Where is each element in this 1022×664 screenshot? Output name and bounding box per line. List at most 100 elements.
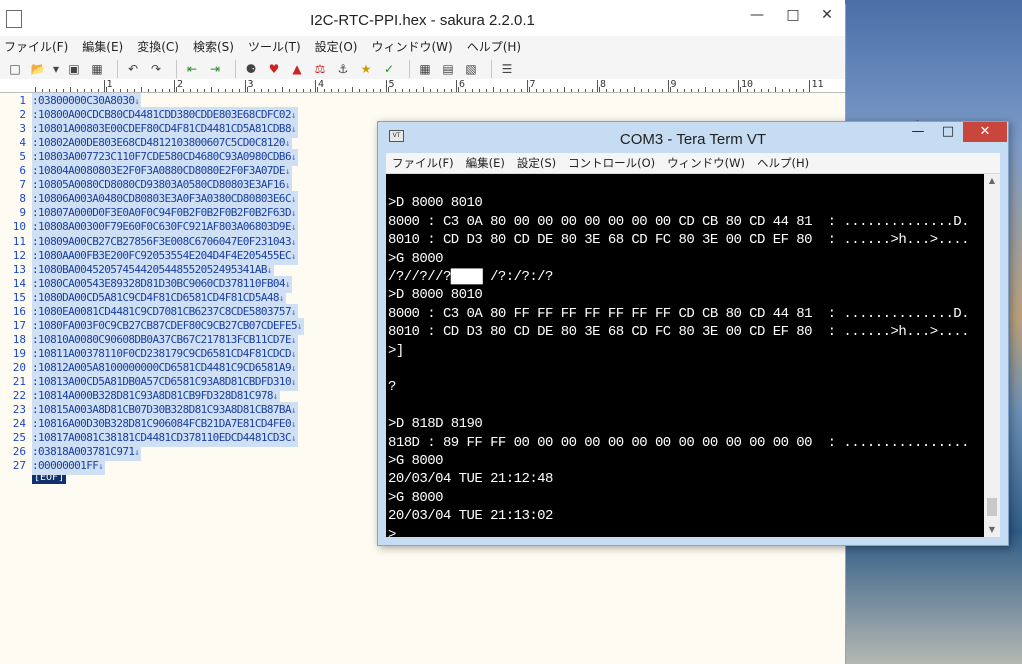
sakura-close-button[interactable]: ✕ — [810, 4, 844, 26]
menu-edit[interactable]: 編集(E) — [82, 38, 123, 55]
editor-line[interactable]: 2:10800A00CDCB80CD4481CDD380CDDE803E68CD… — [0, 107, 845, 125]
ruler-tick — [408, 89, 410, 92]
ruler-tick — [84, 89, 86, 92]
ruler-tick — [526, 80, 528, 92]
terminal-line: >G 8000 — [388, 453, 444, 469]
line-number: 25 — [12, 431, 26, 445]
menu-convert[interactable]: 変換(C) — [137, 38, 179, 55]
search-prev-icon[interactable]: ♥ — [265, 60, 283, 78]
menu-window[interactable]: ウィンドウ(W) — [371, 38, 452, 55]
ruler-tick — [570, 89, 572, 92]
menu-settings[interactable]: 設定(O) — [315, 38, 358, 55]
teraterm-minimize-button[interactable]: — — [903, 122, 933, 142]
ruler-tick — [775, 87, 777, 92]
save-all-icon[interactable]: ▦ — [88, 60, 106, 78]
line-number: 24 — [12, 417, 26, 431]
compare-icon[interactable]: ▤ — [439, 60, 457, 78]
line-return-icon: ↓ — [290, 237, 296, 248]
line-content: :10807A000D0F3E0A0F0C94F0B2F0B2F0B2F0B2F… — [32, 206, 292, 220]
ruler-tick — [747, 89, 749, 92]
tt-menu-file[interactable]: ファイル(F) — [392, 155, 454, 171]
tt-menu-window[interactable]: ウィンドウ(W) — [667, 155, 745, 171]
line-content: :10809A00CB27CB27856F3E008C6706047E0F231… — [32, 234, 292, 248]
line-return-icon: ↓ — [290, 251, 296, 262]
terminal-line: 20/03/04 TUE 21:12:48 — [388, 471, 553, 488]
line-content: :10805A0080CD8080CD93803A0580CD80803E3AF… — [32, 178, 286, 192]
line-content: :10813A00CD5A81DB0A57CD6581C93A8D81CBDFD… — [32, 375, 292, 388]
open-folder-icon[interactable]: 📂 — [29, 60, 47, 78]
line-return-icon: ↓ — [98, 462, 104, 473]
menu-help[interactable]: ヘルプ(H) — [467, 38, 521, 55]
undo-icon[interactable]: ↶ — [124, 60, 142, 78]
editor-line[interactable]: 1:03800000C30A8030↓ — [0, 93, 845, 110]
ruler-tick — [63, 89, 65, 92]
tt-menu-help[interactable]: ヘルプ(H) — [757, 155, 809, 171]
sakura-maximize-button[interactable]: □ — [776, 4, 810, 26]
ruler-tick — [789, 89, 791, 92]
new-file-icon[interactable]: □ — [6, 60, 24, 78]
line-return-icon: ↓ — [290, 335, 296, 346]
line-number: 7 — [19, 178, 26, 192]
sakura-minimize-button[interactable]: — — [740, 4, 774, 26]
scroll-up-icon[interactable]: ▲ — [984, 174, 1000, 188]
tt-menu-control[interactable]: コントロール(O) — [568, 155, 655, 171]
ruler-tick — [556, 89, 558, 92]
scroll-down-icon[interactable]: ▼ — [984, 523, 1000, 537]
ruler-tick — [239, 89, 241, 92]
teraterm-title-bar[interactable]: VT COM3 - Tera Term VT — □ ✕ — [378, 122, 1008, 156]
ruler-tick — [387, 87, 389, 92]
tag-jump-icon[interactable]: ▧ — [462, 60, 480, 78]
ruler-tick — [458, 87, 459, 92]
ruler-tick — [655, 89, 657, 92]
teraterm-close-button[interactable]: ✕ — [963, 122, 1007, 142]
line-content: :10802A00DE803E68CD4812103800607C5CD0C81… — [32, 136, 286, 150]
line-content: :10801A00803E00CDEF80CD4F81CD4481CD5A81C… — [32, 122, 292, 136]
ruler-tick — [690, 89, 692, 92]
ruler-tick — [704, 87, 706, 92]
tt-menu-edit[interactable]: 編集(E) — [466, 155, 505, 171]
bookmark-next-icon[interactable]: ★ — [357, 60, 375, 78]
line-number: 19 — [12, 346, 26, 360]
teraterm-maximize-button[interactable]: □ — [933, 122, 963, 142]
line-content: :10808A00300F79E60F0C630FC921AF803A06803… — [32, 220, 292, 234]
line-return-icon: ↓ — [290, 195, 296, 206]
ruler-tick — [168, 89, 170, 92]
line-number: 8 — [19, 192, 26, 206]
sakura-title-bar[interactable]: I2C-RTC-PPI.hex - sakura 2.2.0.1 — □ ✕ — [0, 4, 845, 36]
ruler-tick — [500, 89, 502, 92]
terminal-scrollbar[interactable]: ▲ ▼ — [984, 174, 1000, 537]
menu-tools[interactable]: ツール(T) — [248, 38, 301, 55]
settings-icon[interactable]: ☰ — [498, 60, 516, 78]
redo-icon[interactable]: ↷ — [147, 60, 165, 78]
ruler-tick — [154, 89, 156, 92]
ruler-tick — [56, 89, 58, 92]
menu-search[interactable]: 検索(S) — [193, 38, 234, 55]
toolbar-separator — [491, 60, 492, 78]
scrollbar-thumb[interactable] — [987, 498, 997, 516]
line-return-icon: ↓ — [290, 363, 296, 374]
bookmark-icon[interactable]: ⚓ — [334, 60, 352, 78]
jump-forward-icon[interactable]: ⇥ — [206, 60, 224, 78]
ruler-tick — [288, 89, 290, 92]
teraterm-window: VT COM3 - Tera Term VT — □ ✕ ファイル(F) 編集(… — [377, 121, 1009, 546]
ruler-tick — [627, 89, 629, 92]
outline-icon[interactable]: ▦ — [416, 60, 434, 78]
ruler-tick — [401, 89, 403, 92]
ruler-tick — [309, 89, 311, 92]
search-next-icon[interactable]: ▲ — [288, 60, 306, 78]
jump-back-icon[interactable]: ⇤ — [183, 60, 201, 78]
line-return-icon: ↓ — [297, 321, 302, 332]
save-icon[interactable]: ▣ — [65, 60, 83, 78]
line-return-icon: ↓ — [290, 434, 296, 445]
tt-menu-setup[interactable]: 設定(S) — [517, 155, 556, 171]
terminal-screen[interactable]: >D 8000 8010 8000 : C3 0A 80 00 00 00 00 … — [386, 174, 984, 537]
replace-icon[interactable]: ⚖ — [311, 60, 329, 78]
grep-icon[interactable]: ✓ — [380, 60, 398, 78]
ruler-tick — [70, 87, 72, 92]
dropdown-icon[interactable]: ▾ — [52, 60, 60, 78]
line-content: :00000001FF — [32, 459, 99, 473]
ruler-tick — [315, 80, 316, 92]
search-icon[interactable]: ⚈ — [242, 60, 260, 78]
menu-file[interactable]: ファイル(F) — [4, 38, 68, 55]
ruler-tick — [493, 87, 495, 92]
